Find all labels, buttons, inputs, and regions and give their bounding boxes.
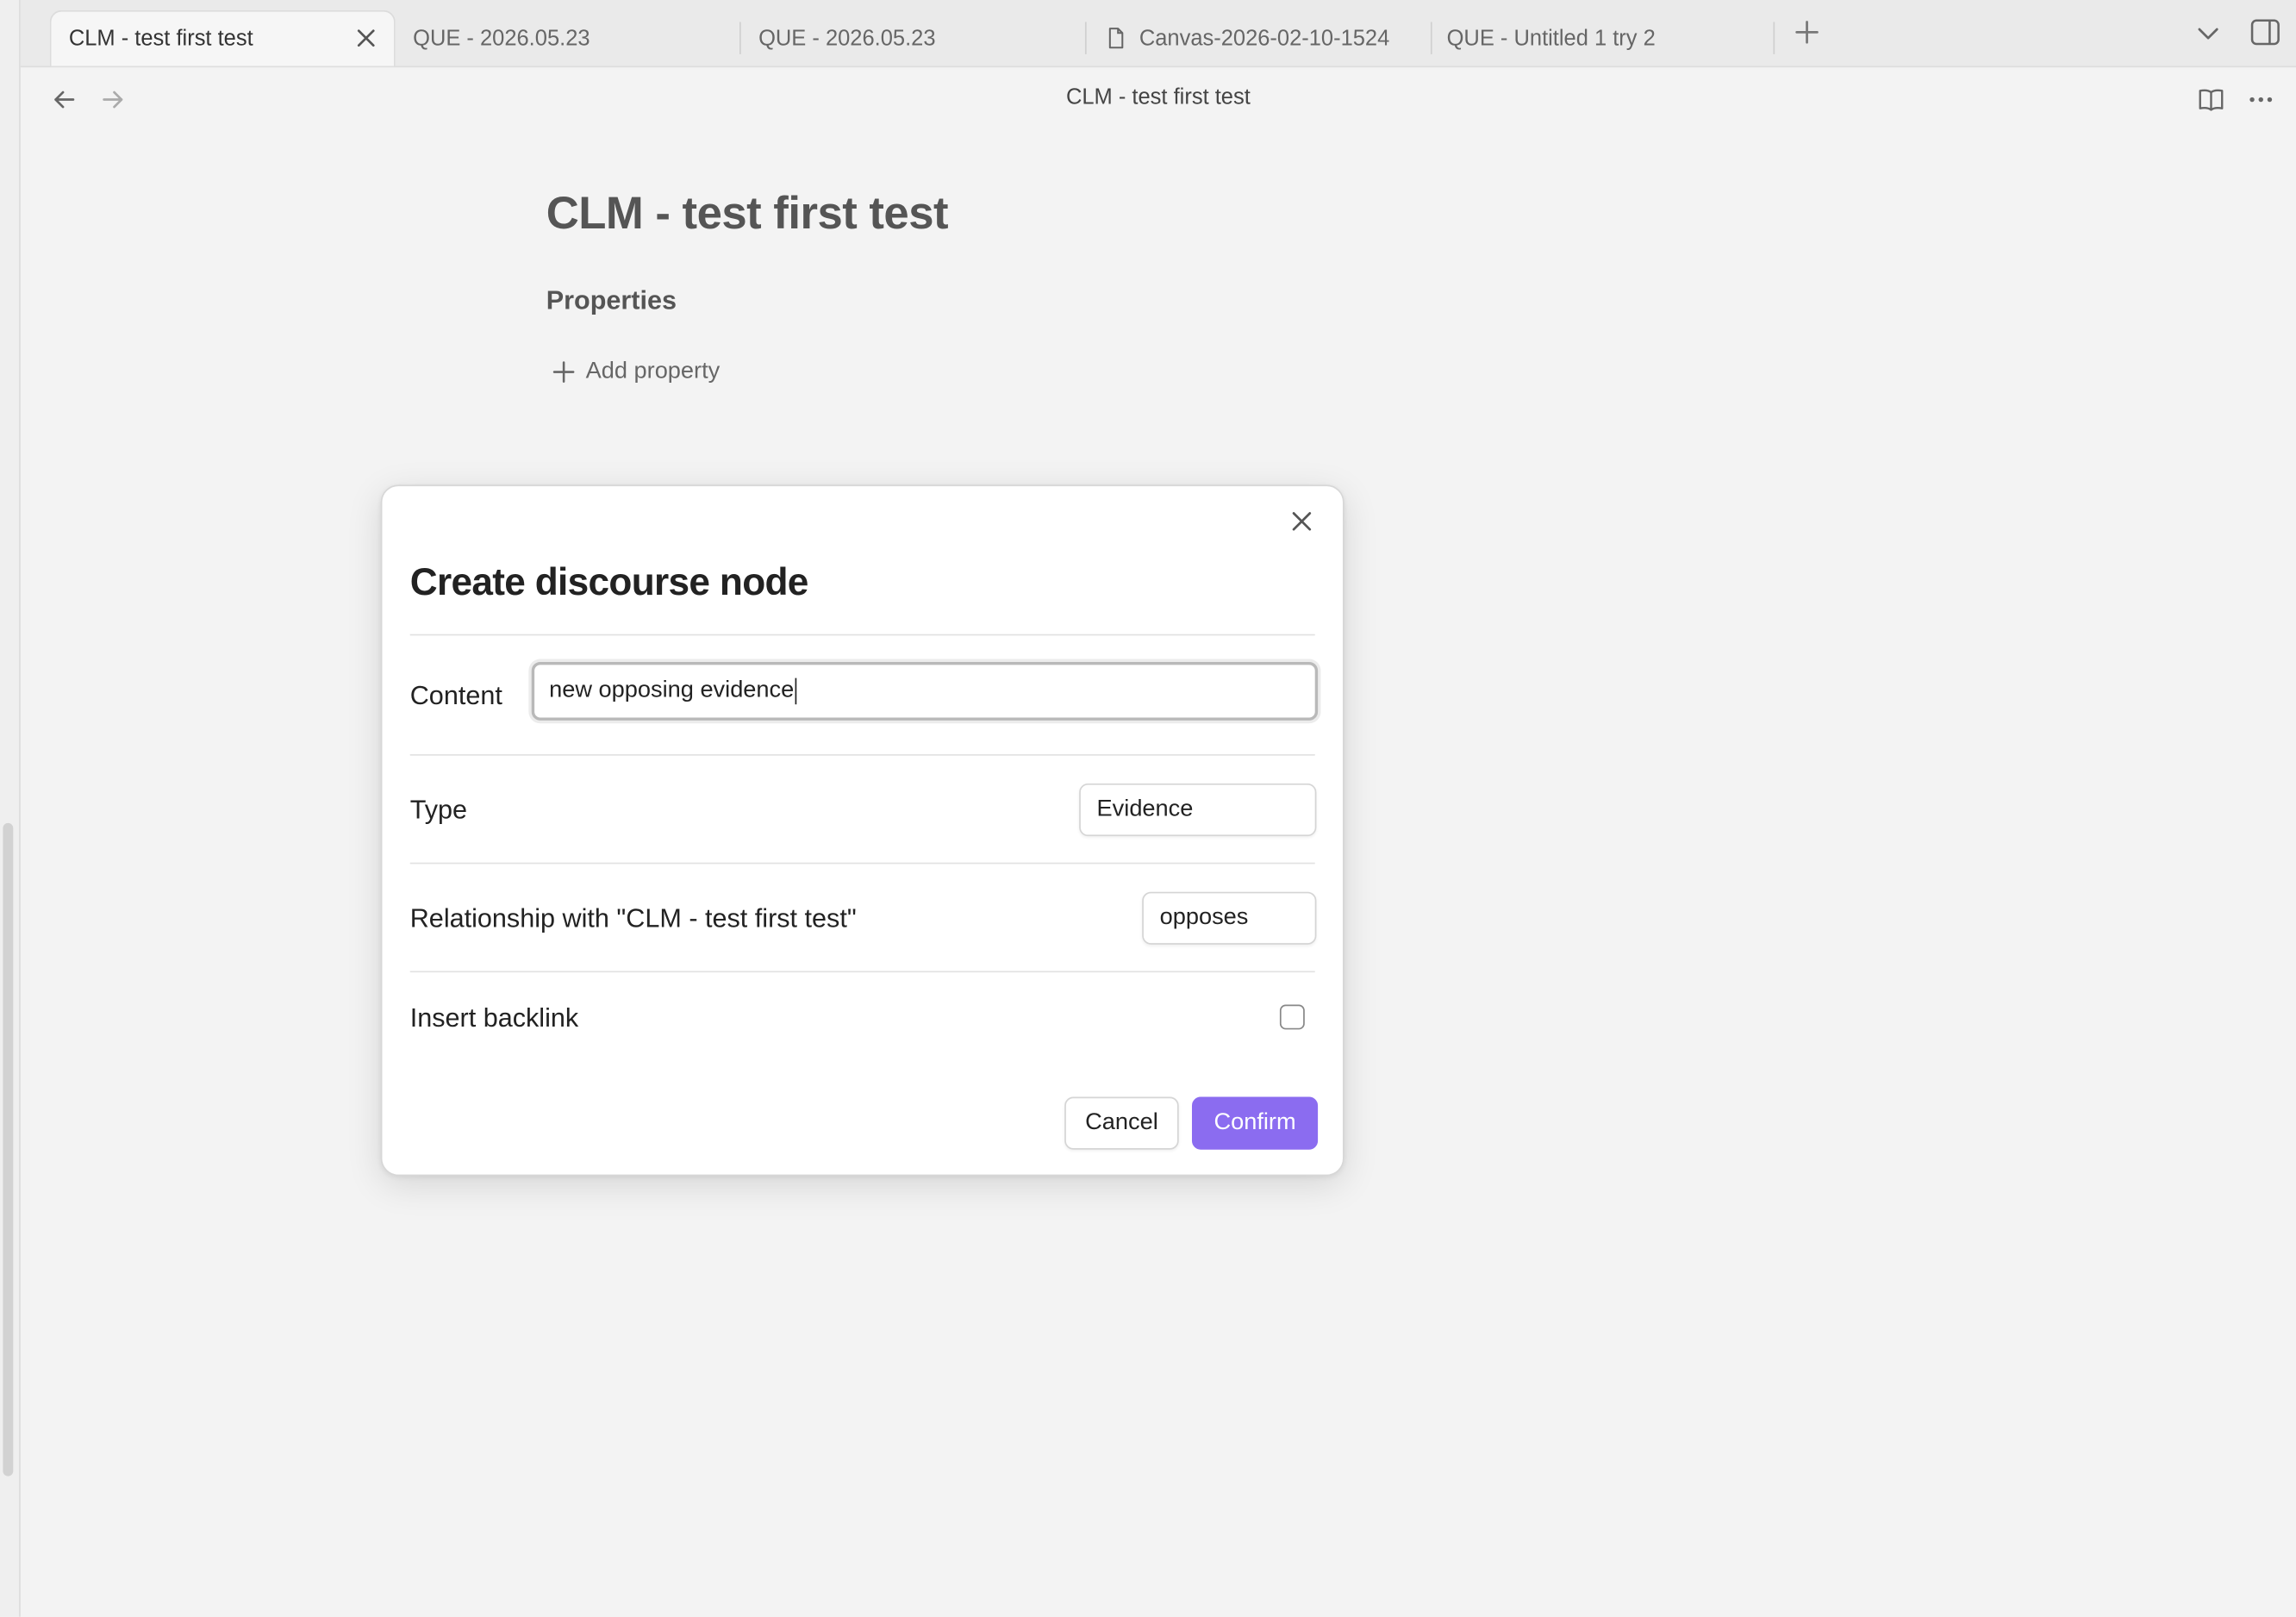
tab-label: QUE - 2026.05.23 [758, 25, 936, 51]
divider [409, 971, 1315, 973]
create-discourse-node-modal: Create discourse node Content new opposi… [380, 484, 1345, 1177]
insert-backlink-checkbox[interactable] [1279, 1004, 1305, 1030]
tab-label: Canvas-2026-02-10-1524 [1139, 25, 1390, 51]
modal-title: Create discourse node [409, 559, 809, 603]
new-tab-plus-icon[interactable] [1793, 17, 1822, 47]
insert-backlink-label: Insert backlink [409, 1002, 579, 1033]
type-dropdown[interactable]: Evidence [1079, 783, 1317, 837]
reading-view-book-icon[interactable] [2197, 85, 2226, 115]
left-ribbon [0, 0, 21, 1617]
content-label: Content [409, 681, 502, 711]
tab-list-chevron-down-icon[interactable] [2195, 21, 2222, 47]
text-caret [795, 677, 797, 704]
add-property-label: Add property [585, 359, 721, 384]
tab-label: QUE - Untitled 1 try 2 [1446, 25, 1656, 51]
more-options-icon[interactable] [2246, 85, 2275, 115]
cancel-button[interactable]: Cancel [1064, 1096, 1179, 1150]
view-header-title[interactable]: CLM - test first test [21, 85, 2296, 110]
scrollbar-thumb[interactable] [3, 822, 14, 1477]
properties-heading: Properties [546, 285, 677, 315]
tab-label: CLM - test first test [68, 26, 253, 52]
tab-que-2026-05-23-b[interactable]: QUE - 2026.05.23 [741, 10, 1087, 66]
type-label: Type [409, 795, 468, 825]
divider [409, 862, 1315, 865]
tab-canvas[interactable]: Canvas-2026-02-10-1524 [1087, 10, 1432, 66]
divider [409, 634, 1315, 636]
content-input[interactable]: new opposing evidence [531, 661, 1319, 721]
divider [409, 753, 1315, 756]
tab-clm-test-first-test[interactable]: CLM - test first test [49, 9, 396, 66]
relationship-label: Relationship with "CLM - test first test… [409, 903, 857, 933]
file-icon [1104, 27, 1127, 50]
view-header: CLM - test first test [21, 67, 2296, 132]
close-tab-icon[interactable] [353, 25, 379, 52]
content-input-value: new opposing evidence [549, 677, 795, 703]
tab-label: QUE - 2026.05.23 [413, 25, 590, 51]
add-property-button[interactable]: Add property [551, 359, 720, 385]
tab-separator [1773, 22, 1775, 54]
tab-que-untitled[interactable]: QUE - Untitled 1 try 2 [1429, 10, 1775, 66]
relationship-dropdown[interactable]: opposes [1142, 891, 1317, 945]
app-window: CLM - test first test QUE - 2026.05.23 Q… [0, 0, 2296, 1617]
tab-que-2026-05-23-a[interactable]: QUE - 2026.05.23 [396, 10, 741, 66]
plus-icon [551, 359, 577, 385]
right-sidebar-toggle-icon[interactable] [2249, 17, 2281, 47]
close-icon[interactable] [1287, 507, 1316, 536]
note-title[interactable]: CLM - test first test [546, 187, 949, 240]
confirm-button[interactable]: Confirm [1191, 1096, 1319, 1150]
tab-bar: CLM - test first test QUE - 2026.05.23 Q… [20, 0, 2296, 68]
